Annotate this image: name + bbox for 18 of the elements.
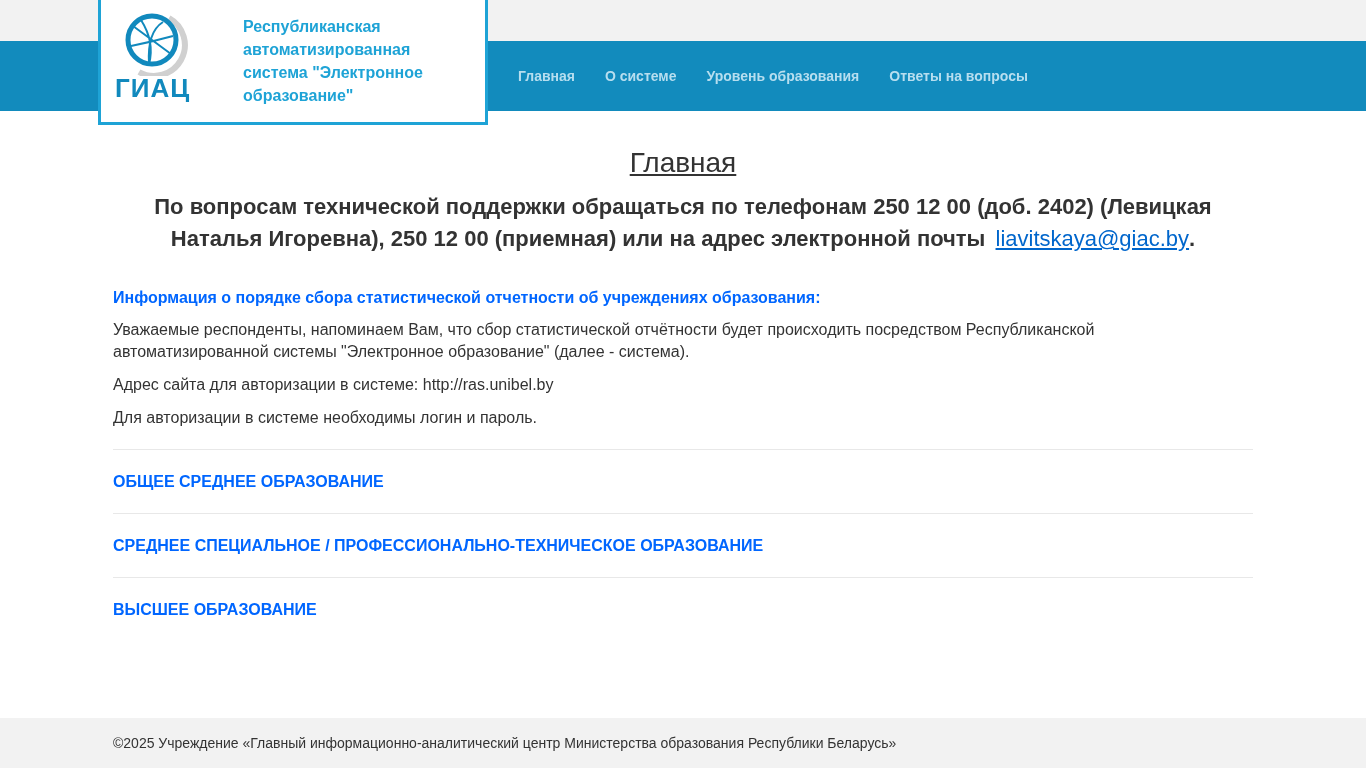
footer-text: ©2025 Учреждение «Главный информационно-аналитический центр Министерства образования Республики Беларусь» — [113, 735, 897, 751]
email-link[interactable]: liavitskaya@giac.by — [995, 226, 1190, 251]
info-paragraph: Для авторизации в системе необходимы логин и пароль. — [113, 408, 539, 428]
info-paragraph: Уважаемые респонденты, напоминаем Вам, что сбор статистической отчётности будет происходить посредством Республиканской автоматизированной системы "Электронное образование" (далее - система). — [113, 320, 1096, 362]
nav-link[interactable]: Главная — [503, 68, 590, 84]
nav-link[interactable]: О системе — [589, 68, 692, 84]
support-text: По вопросам технической поддержки обращаться по телефонам 250 12 00 (доб. 2402) (Левицкая Наталья Игоревна), 250 12 00 (приемная) или на адрес электронной почты liavitskaya@giac.by. — [153, 193, 1213, 253]
section-link[interactable]: ОБЩЕЕ СРЕДНЕЕ ОБРАЗОВАНИЕ — [113, 472, 384, 491]
site-title: Республиканская автоматизированная система "Электронное образование" — [243, 17, 424, 106]
page-heading: Главная — [628, 147, 738, 179]
info-paragraph: Адрес сайта для авторизации в системе: http://ras.unibel.by — [113, 375, 555, 395]
nav-link[interactable]: Ответы на вопросы — [874, 68, 1043, 84]
section-link[interactable]: СРЕДНЕЕ СПЕЦИАЛЬНОЕ / ПРОФЕССИОНАЛЬНО-ТЕХНИЧЕСКОЕ ОБРАЗОВАНИЕ — [113, 536, 764, 555]
info-title: Информация о порядке сбора статистической отчетности об учреждениях образования: — [113, 289, 822, 307]
section-link[interactable]: ВЫСШЕЕ ОБРАЗОВАНИЕ — [113, 600, 317, 619]
nav-link[interactable]: Уровень образования — [691, 68, 875, 84]
logo-text: ГИАЦ — [115, 76, 191, 100]
logo[interactable]: ГИАЦ — [115, 12, 195, 122]
